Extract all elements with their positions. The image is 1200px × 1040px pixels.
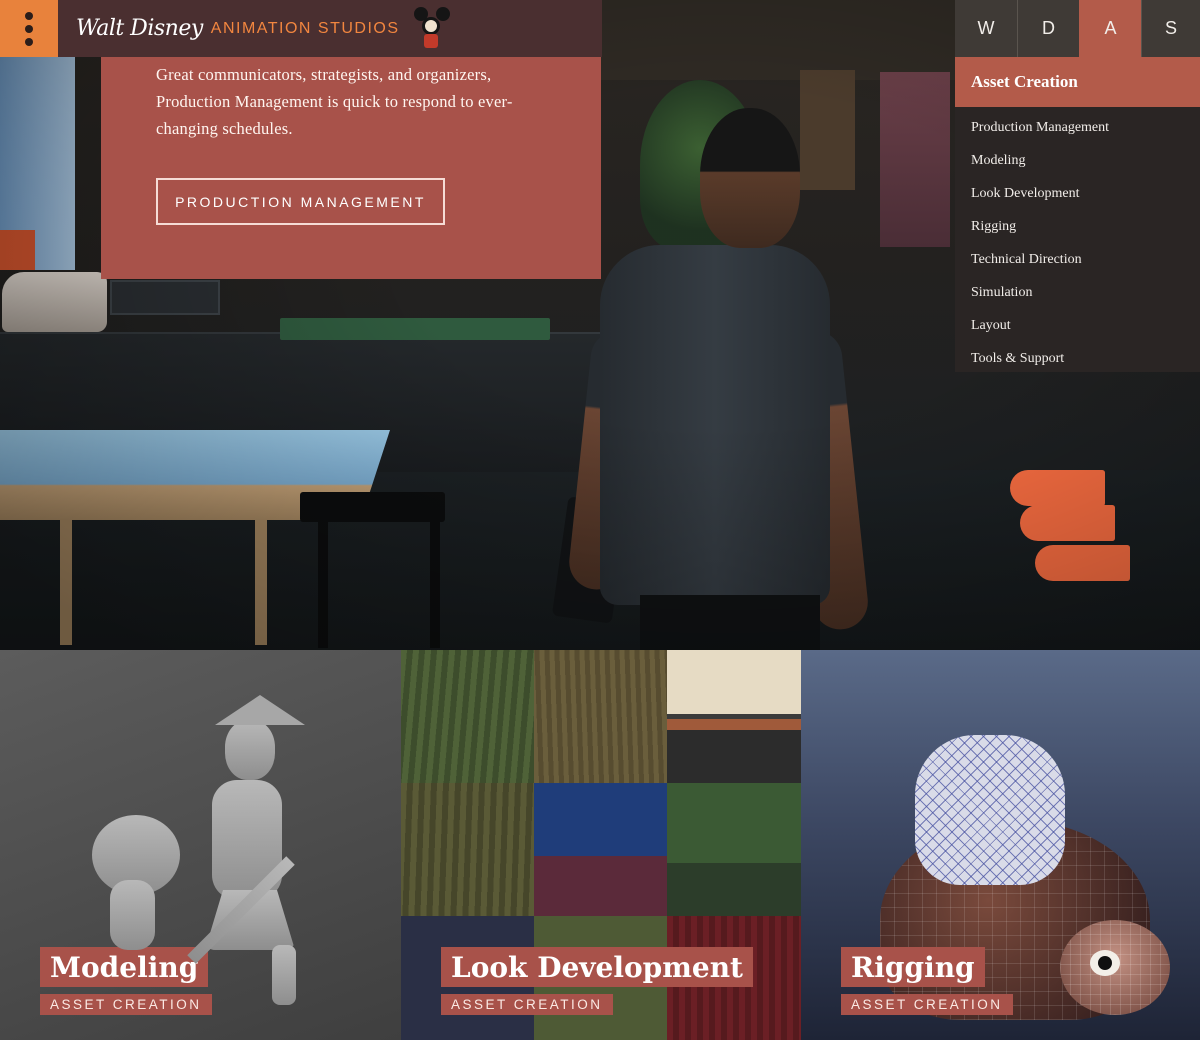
dropdown-item-simulation[interactable]: Simulation — [955, 276, 1200, 309]
tile-subtitle: ASSET CREATION — [441, 994, 613, 1015]
tile-modeling[interactable]: Modeling ASSET CREATION — [0, 650, 401, 1040]
tile-subtitle: ASSET CREATION — [841, 994, 1013, 1015]
fabric-swatch — [401, 650, 534, 783]
menu-dot — [25, 37, 33, 46]
sculpt-child — [110, 880, 155, 950]
mickey-mouse-icon — [412, 6, 452, 51]
fabric-swatch — [534, 783, 667, 916]
dropdown-item-production-management[interactable]: Production Management — [955, 111, 1200, 144]
section-tabs: W D A S — [955, 0, 1200, 57]
sculpt-head — [225, 720, 275, 780]
top-bar: Walt Disney ANIMATION STUDIOS — [0, 0, 602, 57]
production-management-button[interactable]: PRODUCTION MANAGEMENT — [156, 178, 445, 225]
dropdown-item-layout[interactable]: Layout — [955, 309, 1200, 342]
dropdown-item-technical-direction[interactable]: Technical Direction — [955, 243, 1200, 276]
tile-subtitle: ASSET CREATION — [40, 994, 212, 1015]
tile-title: Modeling — [40, 947, 209, 987]
sculpt-leg — [272, 945, 296, 1005]
fabric-swatch — [667, 783, 801, 916]
tab-w[interactable]: W — [955, 0, 1017, 57]
rig-rider-wireframe — [915, 735, 1065, 885]
tile-look-development[interactable]: Look Development ASSET CREATION — [401, 650, 801, 1040]
tab-s[interactable]: S — [1141, 0, 1200, 57]
tab-a[interactable]: A — [1079, 0, 1141, 57]
dropdown-item-tools-support[interactable]: Tools & Support — [955, 342, 1200, 375]
logo-studio-text: ANIMATION STUDIOS — [210, 19, 400, 37]
fabric-swatch — [534, 650, 667, 783]
dropdown-title[interactable]: Asset Creation — [955, 57, 1200, 107]
studio-logo[interactable]: Walt Disney ANIMATION STUDIOS — [76, 6, 452, 51]
logo-script: Walt Disney — [76, 16, 203, 41]
dropdown-list: Production Management Modeling Look Deve… — [955, 107, 1200, 375]
dropdown-item-rigging[interactable]: Rigging — [955, 210, 1200, 243]
fabric-swatch — [401, 783, 534, 916]
dropdown-item-look-development[interactable]: Look Development — [955, 177, 1200, 210]
tab-d[interactable]: D — [1017, 0, 1079, 57]
asset-creation-dropdown: Asset Creation Production Management Mod… — [955, 57, 1200, 372]
tile-title: Look Development — [441, 947, 753, 987]
tile-title: Rigging — [841, 947, 985, 987]
menu-dot — [25, 24, 33, 33]
menu-icon[interactable] — [0, 0, 58, 57]
menu-dot — [25, 11, 33, 20]
dropdown-item-modeling[interactable]: Modeling — [955, 144, 1200, 177]
hero-description: Great communicators, strategists, and or… — [156, 65, 513, 138]
rig-creature-eye — [1090, 950, 1120, 976]
fabric-swatch — [667, 650, 801, 783]
hero-card: Great communicators, strategists, and or… — [101, 57, 601, 279]
